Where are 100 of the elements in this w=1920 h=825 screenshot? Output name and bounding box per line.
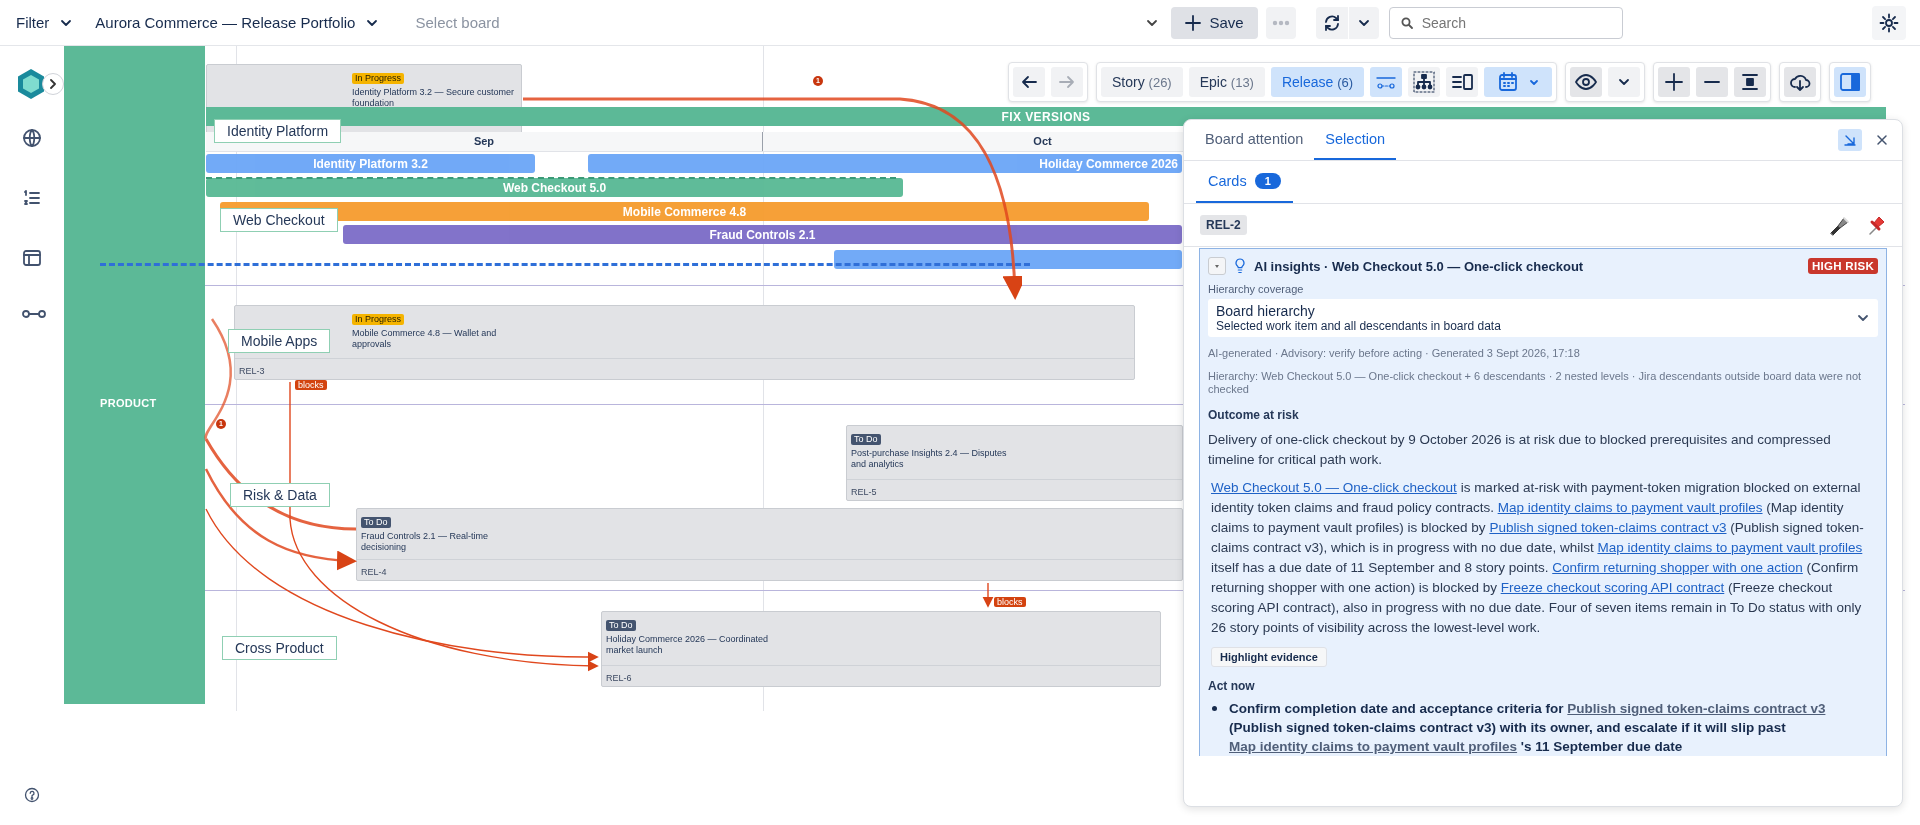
globe-icon[interactable] <box>22 128 42 148</box>
lane-label: Risk & Data <box>230 483 330 507</box>
outcome-text: Delivery of one-click checkout by 9 October 2026 is at risk due to blocked prerequisites and compressed timeline for critical path work. <box>1208 431 1832 469</box>
zoom-out-button[interactable] <box>1696 67 1729 97</box>
pin-icon[interactable] <box>1866 214 1886 236</box>
type-filter-tab[interactable]: Release (6) <box>1270 67 1365 97</box>
dependency-arrow <box>982 582 994 608</box>
minus-icon <box>1704 80 1721 84</box>
expand-button[interactable] <box>42 73 64 95</box>
card-key: REL-5 <box>851 487 877 497</box>
arrow-right-icon <box>1058 73 1076 91</box>
risk-badge: HIGH RISK <box>1807 258 1878 274</box>
highlight-evidence-button[interactable]: Highlight evidence <box>1211 647 1327 667</box>
hierarchy-view-button[interactable] <box>1408 67 1441 97</box>
issue-link[interactable]: Confirm returning shopper with one action <box>1552 560 1803 575</box>
filter-dropdown[interactable]: Filter <box>12 7 78 38</box>
logo-icon[interactable] <box>16 68 46 100</box>
hierarchy-note: Hierarchy: Web Checkout 5.0 — One-click checkout + 6 descendants · 2 nested levels · Jira descendants outside board data were not checked <box>1208 370 1863 396</box>
zoom-in-button[interactable] <box>1658 67 1691 97</box>
layout-icon[interactable] <box>22 248 42 268</box>
sync-button[interactable] <box>1315 6 1348 39</box>
issue-link[interactable]: Freeze checkout scoring API contract <box>1500 580 1725 595</box>
card-title: Mobile Commerce 4.8 — Wallet and approvals <box>352 328 498 350</box>
settings-button[interactable] <box>1872 5 1906 40</box>
issue-link[interactable]: Publish signed token-claims contract v3 <box>1567 701 1826 716</box>
issue-link[interactable]: Map identity claims to payment vault profiles <box>1229 739 1518 754</box>
card-key: REL-4 <box>361 567 387 577</box>
visibility-menu-button[interactable] <box>1608 67 1641 97</box>
coverage-dropdown[interactable]: Board hierarchy Selected work item and all descendants in board data <box>1208 299 1878 337</box>
plus-icon <box>1185 14 1202 31</box>
status-badge: To Do <box>851 434 881 445</box>
type-filter-tab[interactable]: Story (26) <box>1101 67 1183 97</box>
fit-button[interactable] <box>1734 67 1767 97</box>
release-card[interactable]: To Do Holiday Commerce 2026 — Coordinated market launch REL-6 <box>601 611 1161 687</box>
settings-icon <box>1879 12 1899 33</box>
plus-icon <box>1664 72 1685 92</box>
type-filter-tab[interactable]: Epic (13) <box>1188 67 1265 97</box>
evidence-text: Web Checkout 5.0 — One-click checkout is marked at-risk with payment-token migration blocked on external identity token claims and fraud policy contracts. Map identity claims to payment vault profiles (Map identity claims to payment vault profiles) is blocked by Publish signed token-claims contract v3 (Publish signed token-claims contract v3), which is in progress with no due date, whilst Map identity claims to payment vault profiles itself has a due date of 11 September and 8 story points. Confirm returning shopper with one action (Confirm returning shopper with one action) is blocked by Freeze checkout scoring API contract (Freeze checkout scoring API contract), also in progress with no due date. Four of seven items remain in To Do status with only 26 story points of visibility across the lowest-level work. <box>1211 479 1865 637</box>
help-icon[interactable] <box>24 787 40 803</box>
board-dropdown[interactable]: Aurora Commerce — Release Portfolio <box>91 7 384 38</box>
issue-link[interactable]: Map identity claims to payment vault profiles <box>1497 500 1763 515</box>
coverage-label: Hierarchy coverage <box>1208 283 1305 295</box>
lane-label: Cross Product <box>222 636 337 660</box>
arrow-down-right-icon <box>1844 134 1856 146</box>
visibility-button[interactable] <box>1570 67 1603 97</box>
board-select[interactable]: Select board <box>411 7 932 38</box>
blocks-tag: blocks <box>994 597 1026 607</box>
section-heading: Outcome at risk <box>1208 408 1300 422</box>
generated-note: AI-generated · Advisory: verify before acting · Generated 3 Sept 2026, 17:18 <box>1208 347 1581 360</box>
arrow-left-icon <box>1020 73 1038 91</box>
issue-link[interactable]: Web Checkout 5.0 — One-click checkout <box>1211 480 1457 495</box>
card-title: Identity Platform 3.2 — Secure customer foundation <box>352 87 516 109</box>
eye-icon <box>1575 71 1598 93</box>
card-title: Post-purchase Insights 2.4 — Disputes and analytics <box>851 448 1008 470</box>
status-badge: In Progress <box>352 314 405 325</box>
cards-tab[interactable]: Cards 1 <box>1196 161 1293 203</box>
release-card[interactable]: To Do Fraud Controls 2.1 — Real-time decisioning REL-4 <box>356 508 1183 581</box>
list-view-button[interactable] <box>1446 67 1479 97</box>
card-key: REL-3 <box>239 366 265 376</box>
lightbulb-icon <box>1234 258 1246 274</box>
group-label: PRODUCT <box>100 397 157 409</box>
hierarchy-icon <box>1413 71 1436 93</box>
collapse-button[interactable] <box>1838 129 1862 151</box>
save-button[interactable]: Save <box>1171 6 1258 39</box>
flashlight-icon[interactable] <box>1828 214 1850 236</box>
section-heading: Act now <box>1208 679 1256 693</box>
card-title: Holiday Commerce 2026 — Coordinated market launch <box>606 634 770 656</box>
issue-link[interactable]: Map identity claims to payment vault profiles <box>1597 540 1863 555</box>
release-bar[interactable]: Fraud Controls 2.1 <box>343 225 1182 244</box>
card-key: REL-6 <box>606 673 632 683</box>
release-card[interactable]: To Do Post-purchase Insights 2.4 — Disputes and analytics REL-5 <box>846 425 1183 501</box>
caret-icon <box>1213 262 1221 270</box>
list-panel-icon <box>1451 71 1474 93</box>
numbered-list-icon[interactable] <box>22 188 42 208</box>
fit-icon <box>1740 72 1761 92</box>
calendar-icon <box>1497 71 1520 93</box>
calendar-view-button[interactable] <box>1484 67 1553 97</box>
collapse-toggle[interactable] <box>1208 257 1226 275</box>
caret-icon <box>1529 77 1540 87</box>
search-field[interactable]: Search <box>1388 6 1623 39</box>
chevron-right-icon <box>48 79 58 89</box>
back-button[interactable] <box>1013 67 1045 97</box>
bullet-icon <box>1212 706 1217 711</box>
action-item: Confirm completion date and acceptance criteria for Publish signed token-claims contract v3 (Publish signed token-claims contract v3) with its owner, and escalate if it will slip past Map identity claims to payment vault profiles 's 11 September due date <box>1229 700 1827 756</box>
sync-menu-button[interactable] <box>1348 6 1379 39</box>
status-badge: To Do <box>361 517 391 528</box>
status-badge: In Progress <box>352 73 405 84</box>
dependencies-view-button[interactable] <box>1370 67 1403 97</box>
lane-label: Mobile Apps <box>228 329 331 353</box>
connector-icon[interactable] <box>22 308 46 320</box>
panel-tab[interactable]: Selection <box>1314 120 1396 160</box>
close-icon <box>1876 134 1888 146</box>
lane-label: Web Checkout <box>220 208 338 232</box>
status-badge: To Do <box>606 620 636 631</box>
card-title: Fraud Controls 2.1 — Real-time decisioning <box>361 531 490 553</box>
side-panel-icon <box>1839 71 1862 93</box>
issue-link[interactable]: Publish signed token-claims contract v3 <box>1489 520 1727 535</box>
card-key-chip: REL-2 <box>1200 215 1247 235</box>
count-badge: 1 <box>1254 173 1281 189</box>
more-icon <box>1271 19 1290 26</box>
